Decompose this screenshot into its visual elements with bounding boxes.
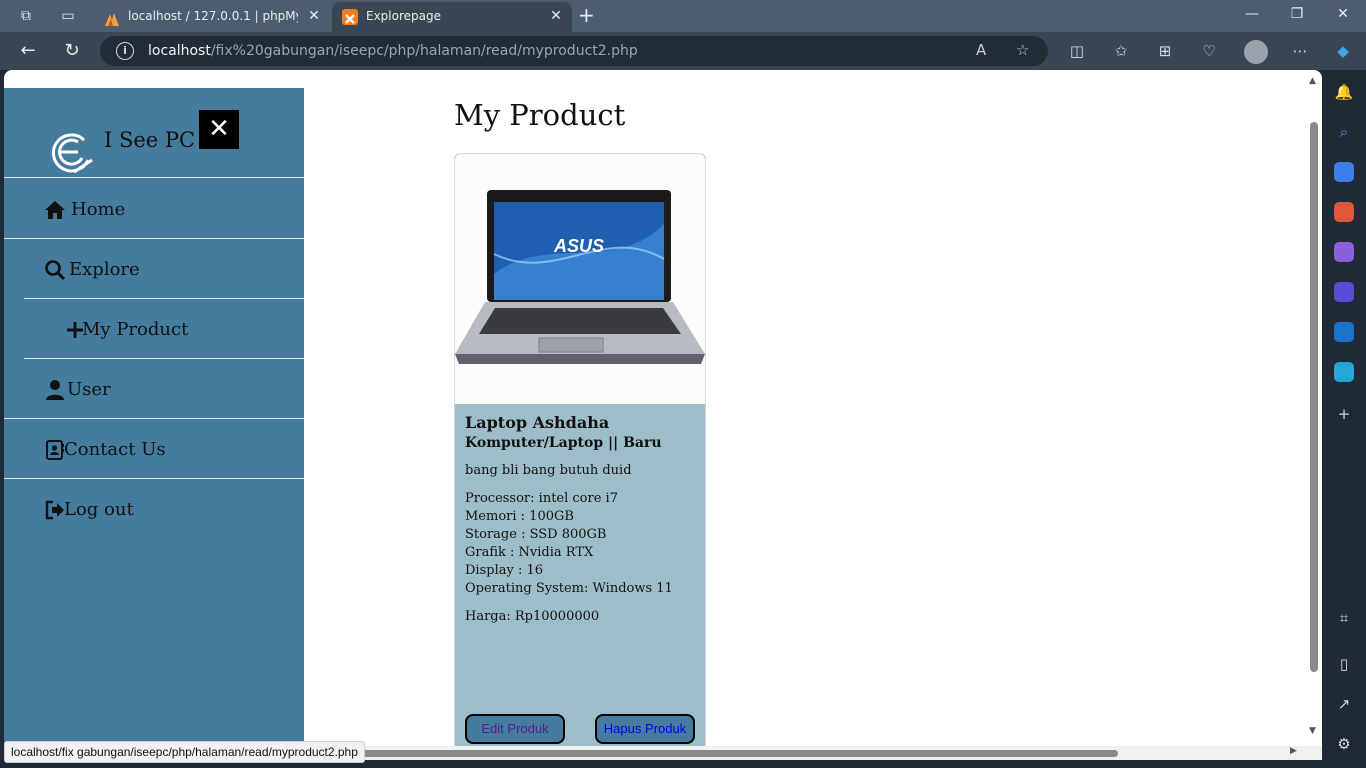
nav-label: My Product [82, 319, 189, 340]
tab-title: localhost / 127.0.0.1 | phpMyAdmin [128, 9, 298, 23]
scroll-up-arrow[interactable]: ▲ [1309, 76, 1316, 86]
collections-icon[interactable]: ⊞ [1155, 41, 1175, 61]
product-details: Laptop Ashdaha Komputer/Laptop || Baru b… [465, 412, 697, 626]
profile-avatar[interactable] [1244, 40, 1268, 64]
open-external-icon[interactable]: ↗ [1334, 694, 1354, 714]
link-status-bar: localhost/fix gabungan/iseepc/php/halama… [4, 741, 365, 763]
logout-icon [45, 500, 64, 520]
nav-my-product[interactable]: My Product [24, 299, 304, 359]
screenshot-icon[interactable]: ⌗ [1334, 608, 1354, 628]
tab-explorepage[interactable]: Explorepage ✕ [332, 2, 572, 32]
nav-label: User [67, 379, 111, 400]
brand-name: I See PC [104, 128, 196, 152]
nav-log-out[interactable]: Log out [4, 479, 304, 539]
browser-toolbar: ← ↻ i localhost/fix%20gabungan/iseepc/ph… [0, 32, 1366, 70]
spec-os: Operating System: Windows 11 [465, 581, 673, 596]
sidebar-search-icon[interactable]: ⌕ [1334, 122, 1354, 142]
notification-bell-icon[interactable]: 🔔 [1334, 82, 1354, 102]
more-menu-icon[interactable]: ⋯ [1290, 41, 1310, 61]
browser-titlebar: ⧉ ▭ localhost / 127.0.0.1 | phpMyAdmin ✕… [0, 0, 1366, 32]
product-category: Komputer/Laptop || Baru [465, 435, 662, 451]
workspaces-icon[interactable]: ⧉ [16, 6, 36, 26]
close-tab-icon[interactable]: ✕ [548, 2, 564, 30]
spec-memory: Memori : 100GB [465, 509, 574, 524]
nav-home[interactable]: Home [4, 179, 304, 239]
iseepc-logo [51, 133, 93, 174]
favorites-icon[interactable]: ✩ [1111, 41, 1131, 61]
drop-icon[interactable] [1334, 362, 1354, 382]
edge-sidebar: 🔔 ⌕ + ⌗ ▯ ↗ ⚙ [1322, 70, 1366, 768]
back-icon[interactable]: ← [17, 40, 39, 62]
tab-actions-icon[interactable]: ▭ [58, 6, 78, 26]
edit-product-button[interactable]: Edit Produk [465, 714, 565, 744]
nav-contact-us[interactable]: Contact Us [4, 419, 304, 479]
split-screen-icon[interactable]: ◫ [1067, 41, 1087, 61]
user-icon [46, 380, 64, 400]
nav-label: Contact Us [64, 439, 166, 460]
page-title: My Product [454, 98, 626, 132]
copilot-icon[interactable]: ◆ [1333, 41, 1353, 61]
page-viewport: I See PC ✕ Home Explore My Product User … [4, 70, 1322, 746]
search-icon [45, 260, 66, 281]
tools-briefcase-icon[interactable] [1334, 202, 1354, 222]
delete-product-button[interactable]: Hapus Produk [595, 714, 695, 744]
copilot-app-icon[interactable] [1334, 282, 1354, 302]
phpmyadmin-icon [104, 9, 120, 26]
product-name: Laptop Ashdaha [465, 413, 610, 432]
vertical-scrollbar-thumb[interactable] [1310, 122, 1318, 672]
sidebar-toggle-icon[interactable]: ▯ [1334, 654, 1354, 674]
side-navigation: I See PC ✕ Home Explore My Product User … [4, 88, 304, 746]
xampp-icon [342, 9, 358, 25]
product-specs: Processor: intel core i7 Memori : 100GB … [465, 490, 697, 598]
site-info-icon[interactable]: i [116, 42, 134, 60]
minimize-icon[interactable]: — [1242, 6, 1262, 22]
spec-storage: Storage : SSD 800GB [465, 527, 607, 542]
laptop-image: ASUS [455, 190, 705, 364]
product-description: bang bli bang butuh duid [465, 463, 632, 478]
nav-label: Home [71, 199, 126, 220]
new-tab-icon[interactable]: + [578, 5, 595, 25]
home-icon [45, 201, 65, 219]
laptop-brand-text: ASUS [553, 236, 604, 256]
brand-header: I See PC ✕ [4, 88, 304, 178]
nav-label: Log out [64, 499, 134, 520]
games-icon[interactable] [1334, 242, 1354, 262]
address-bar[interactable]: i localhost/fix%20gabungan/iseepc/php/ha… [100, 36, 1048, 66]
tab-phpmyadmin[interactable]: localhost / 127.0.0.1 | phpMyAdmin ✕ [94, 2, 330, 32]
nav-user[interactable]: User [4, 359, 304, 419]
contact-card-icon [46, 440, 64, 460]
nav-label: Explore [69, 259, 140, 280]
close-tab-icon[interactable]: ✕ [306, 2, 322, 30]
add-app-icon[interactable]: + [1334, 404, 1354, 424]
outlook-icon[interactable] [1334, 322, 1354, 342]
tab-title: Explorepage [366, 9, 441, 23]
browser-essentials-icon[interactable]: ♡ [1199, 41, 1219, 61]
product-price: Harga: Rp10000000 [465, 609, 600, 624]
product-image: ASUS [455, 154, 705, 404]
favorite-star-icon[interactable]: ☆ [1016, 41, 1029, 59]
read-aloud-icon[interactable]: A [976, 41, 986, 59]
spec-processor: Processor: intel core i7 [465, 491, 618, 506]
settings-gear-icon[interactable]: ⚙ [1334, 734, 1354, 754]
spec-display: Display : 16 [465, 563, 544, 578]
shopping-tag-icon[interactable] [1334, 162, 1354, 182]
spec-graphics: Grafik : Nvidia RTX [465, 545, 594, 560]
scroll-down-arrow[interactable]: ▼ [1309, 726, 1316, 736]
window-close-icon[interactable]: ✕ [1333, 6, 1353, 22]
refresh-icon[interactable]: ↻ [61, 40, 83, 62]
nav-explore[interactable]: Explore [4, 239, 304, 299]
restore-icon[interactable]: ❐ [1287, 6, 1307, 22]
url-text[interactable]: localhost/fix%20gabungan/iseepc/php/hala… [148, 36, 638, 66]
close-sidebar-button[interactable]: ✕ [199, 110, 239, 149]
scroll-right-arrow[interactable]: ▶ [1290, 746, 1297, 756]
product-card: ASUS Laptop Ashdaha Komputer/Laptop || B… [454, 153, 706, 746]
